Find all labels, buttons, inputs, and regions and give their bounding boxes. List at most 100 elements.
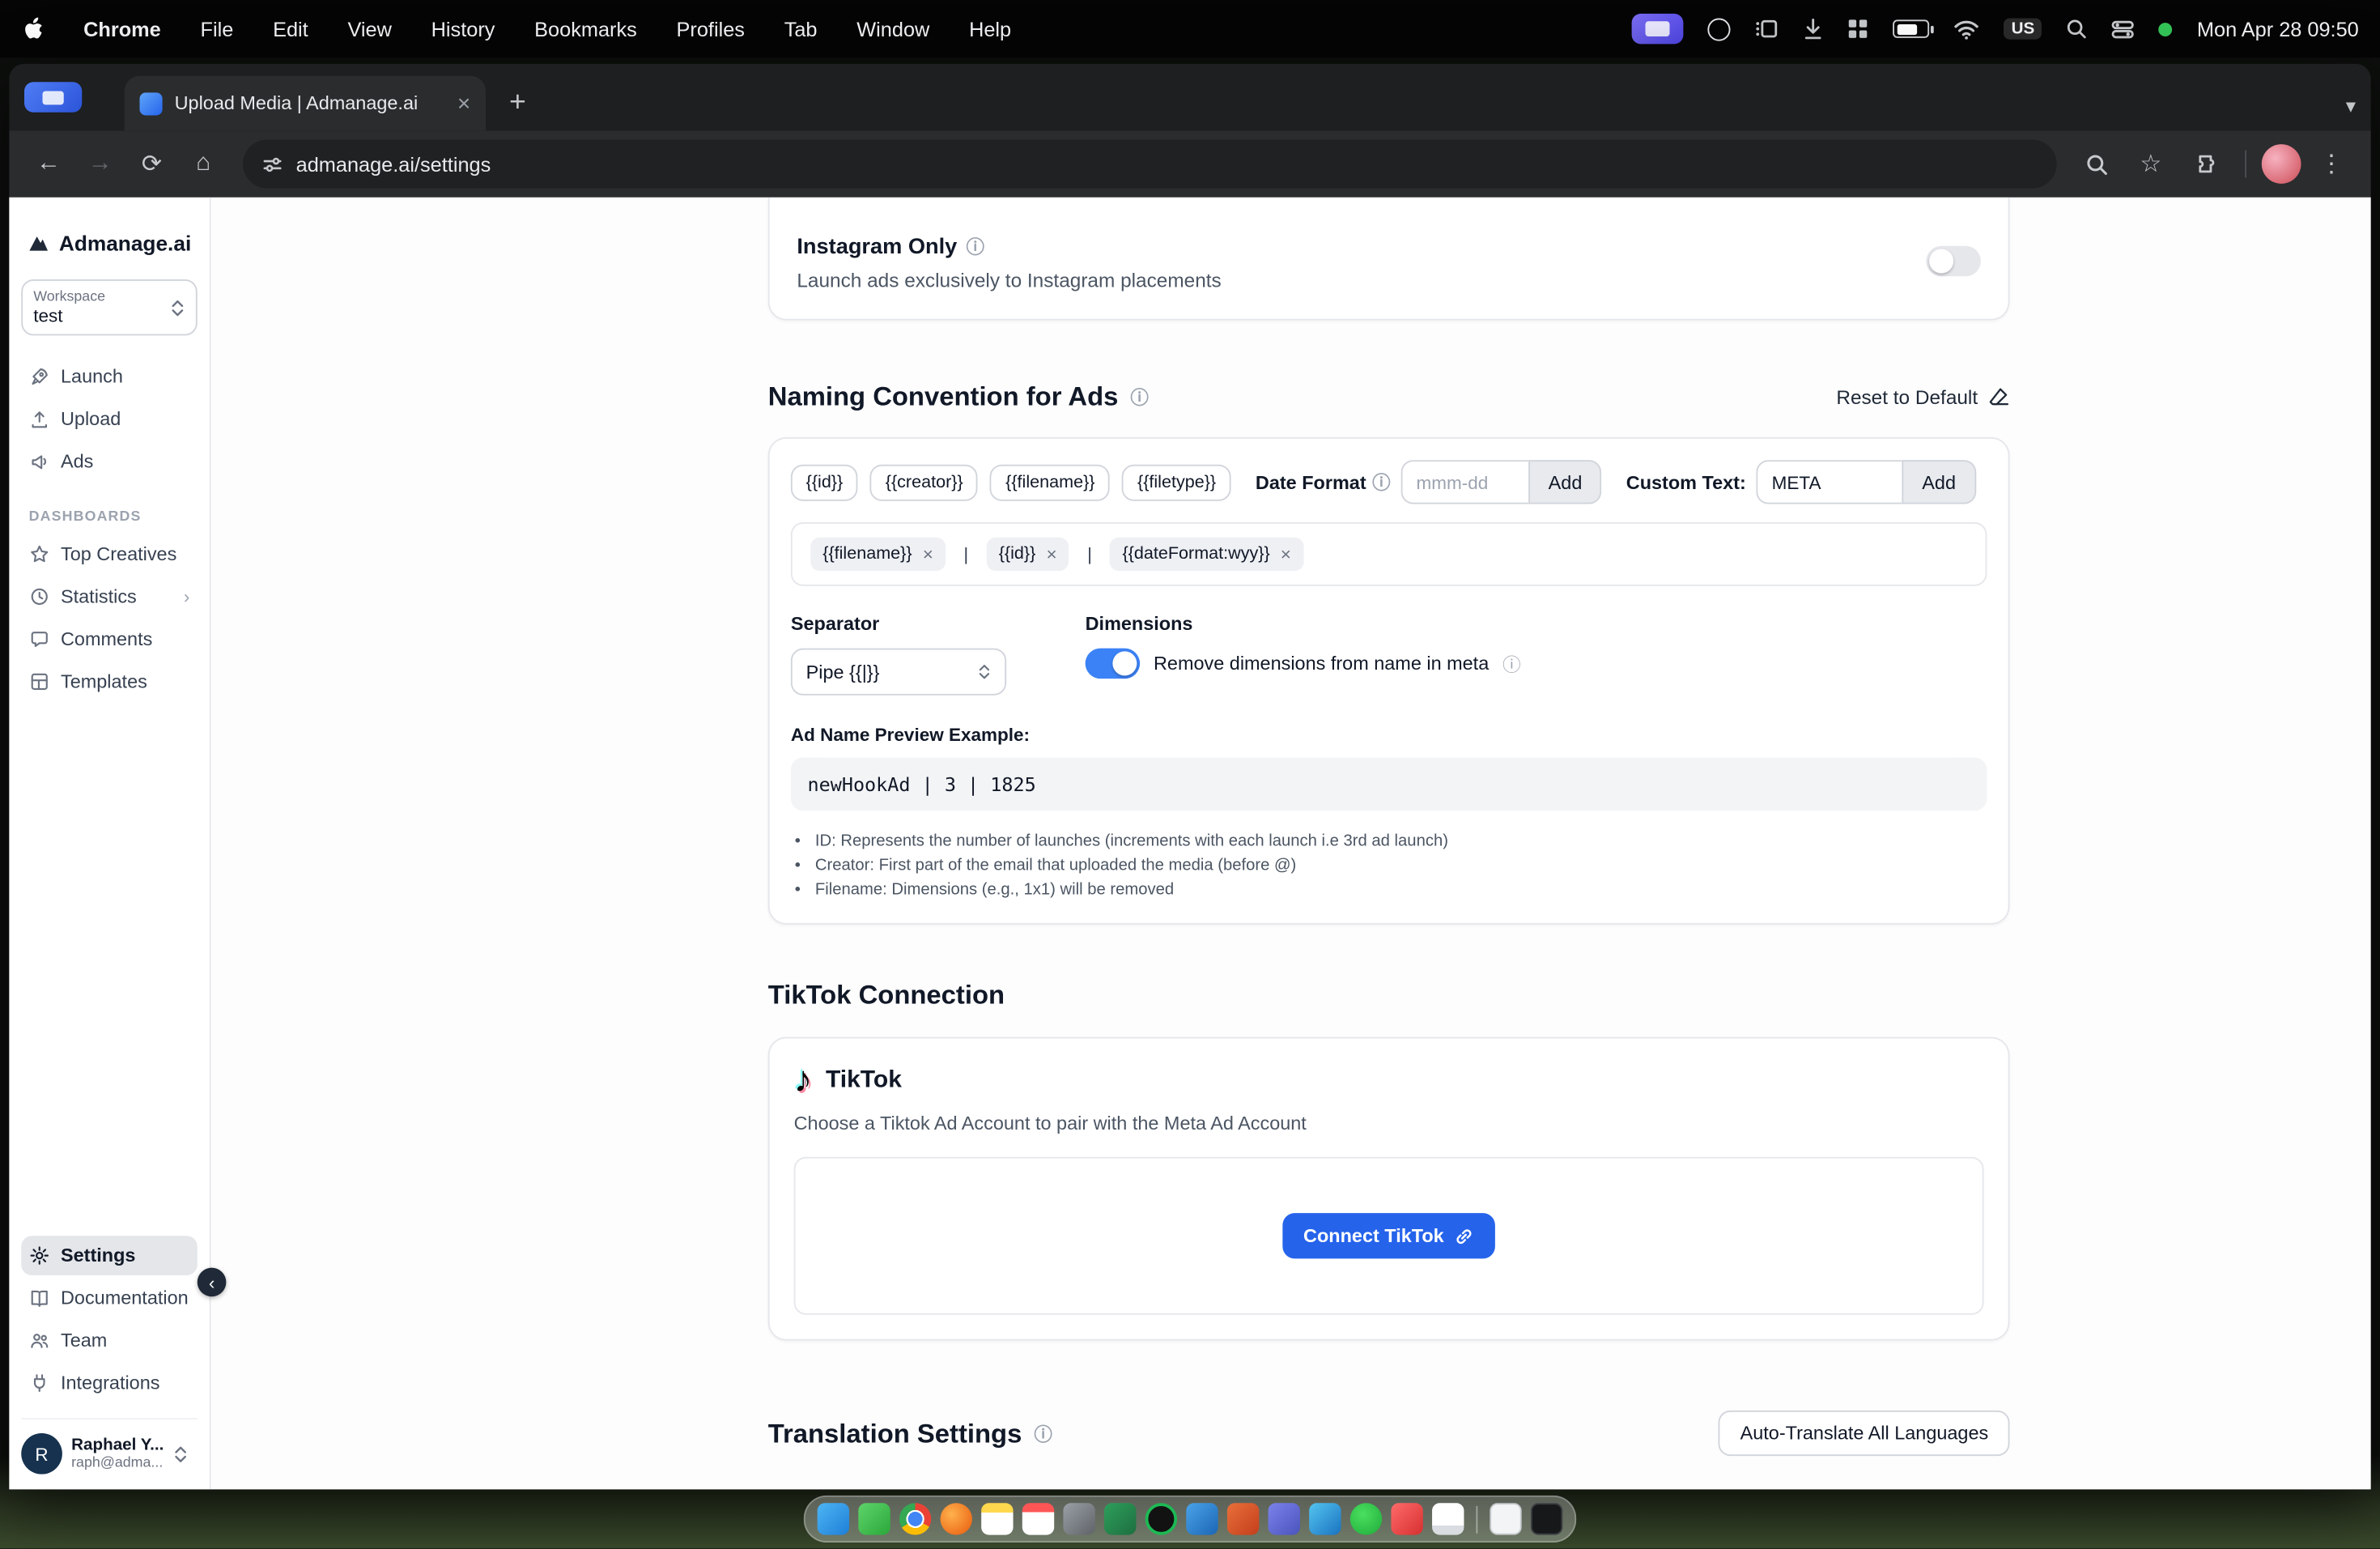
site-info-icon[interactable] xyxy=(261,152,284,175)
dock-finder-icon[interactable] xyxy=(817,1503,850,1535)
custom-text-input[interactable] xyxy=(1756,460,1902,504)
workspace-selector[interactable]: Workspace test xyxy=(21,279,198,336)
auto-translate-button[interactable]: Auto-Translate All Languages xyxy=(1719,1410,2010,1457)
download-status-icon[interactable] xyxy=(1804,18,1823,40)
sidebar-item-launch[interactable]: Launch xyxy=(21,357,198,397)
sidebar-item-ads[interactable]: Ads xyxy=(21,442,198,482)
zoom-icon[interactable] xyxy=(2072,140,2120,189)
sidebar-item-top-creatives[interactable]: Top Creatives xyxy=(21,534,198,574)
info-icon[interactable]: ⓘ xyxy=(1034,1420,1052,1446)
menu-edit[interactable]: Edit xyxy=(273,18,308,40)
tab-search-icon[interactable]: ▾ xyxy=(2346,94,2356,118)
dock-notes-icon[interactable] xyxy=(981,1503,1014,1535)
remove-token-icon[interactable]: × xyxy=(923,545,933,564)
sidebar-item-templates[interactable]: Templates xyxy=(21,662,198,702)
screen-recording-indicator[interactable] xyxy=(1631,13,1684,45)
new-tab-button[interactable]: + xyxy=(495,80,540,126)
sidebar-item-team[interactable]: Team xyxy=(21,1321,198,1360)
sidebar-item-upload[interactable]: Upload xyxy=(21,399,198,439)
spotlight-icon[interactable] xyxy=(2067,19,2088,40)
forward-button[interactable]: → xyxy=(76,140,125,189)
home-button[interactable]: ⌂ xyxy=(179,140,227,189)
info-icon[interactable]: ⓘ xyxy=(1130,384,1149,410)
profile-avatar[interactable] xyxy=(2261,144,2301,184)
date-format-add-button[interactable]: Add xyxy=(1528,460,1602,504)
selected-tokens-box[interactable]: {{filename}} × | {{id}} × | {{dateFormat… xyxy=(790,522,1987,586)
dock-iphone-mirroring-icon[interactable] xyxy=(1530,1503,1563,1535)
menubar-ring-icon[interactable] xyxy=(1707,17,1731,40)
dock-keynote-icon[interactable] xyxy=(1391,1503,1423,1535)
token-creator-chip[interactable]: {{creator}} xyxy=(869,463,979,500)
dock-calendar-icon[interactable] xyxy=(1022,1503,1055,1535)
address-bar[interactable]: admanage.ai/settings xyxy=(243,139,2057,189)
menu-view[interactable]: View xyxy=(347,18,391,40)
dock-browser-icon[interactable] xyxy=(940,1503,972,1535)
menu-history[interactable]: History xyxy=(431,18,495,40)
token-filename-chip[interactable]: {{filename}} xyxy=(990,463,1111,500)
date-format-input[interactable] xyxy=(1400,460,1529,504)
sidebar-item-integrations[interactable]: Integrations xyxy=(21,1364,198,1403)
sidebar-item-label: Ads xyxy=(61,450,94,473)
dock-word-icon[interactable] xyxy=(1186,1503,1218,1535)
token-filetype-chip[interactable]: {{filetype}} xyxy=(1122,463,1231,500)
dock-powerpoint-icon[interactable] xyxy=(1226,1503,1260,1535)
sidebar-item-settings[interactable]: Settings xyxy=(21,1236,198,1275)
tab-close-icon[interactable]: × xyxy=(457,91,470,114)
dock-outlook-icon[interactable] xyxy=(1309,1503,1341,1535)
brand[interactable]: Admanage.ai xyxy=(21,231,198,255)
dock-settings-icon[interactable] xyxy=(1063,1503,1095,1535)
menubar-app-name[interactable]: Chrome xyxy=(83,18,161,40)
bookmark-star-icon[interactable]: ☆ xyxy=(2127,140,2175,189)
connect-tiktok-button[interactable]: Connect TikTok xyxy=(1281,1213,1496,1259)
remove-dimensions-toggle[interactable] xyxy=(1085,648,1141,679)
info-icon[interactable]: ⓘ xyxy=(967,234,985,260)
dock-preview-icon[interactable] xyxy=(1490,1503,1522,1535)
grid-icon[interactable] xyxy=(1847,19,1868,40)
extensions-icon[interactable] xyxy=(2181,140,2229,189)
sidebar-item-comments[interactable]: Comments xyxy=(21,619,198,659)
dock-spotify-icon[interactable] xyxy=(1145,1503,1178,1535)
wifi-icon[interactable] xyxy=(1953,19,1979,39)
apple-menu-icon[interactable] xyxy=(21,16,44,42)
menu-bookmarks[interactable]: Bookmarks xyxy=(534,18,637,40)
battery-icon[interactable] xyxy=(1893,19,1935,38)
menubar-clock[interactable]: Mon Apr 28 09:50 xyxy=(2197,18,2359,40)
browser-tab[interactable]: Upload Media | Admanage.ai × xyxy=(124,75,486,131)
dock-textedit-icon[interactable] xyxy=(1432,1503,1464,1535)
tab-group-badge[interactable] xyxy=(24,82,83,113)
user-menu[interactable]: R Raphael Y... raph@adma... xyxy=(21,1418,198,1475)
menu-help[interactable]: Help xyxy=(969,18,1011,40)
reset-to-default-button[interactable]: Reset to Default xyxy=(1836,385,2009,408)
custom-text-add-button[interactable]: Add xyxy=(1902,460,1976,504)
menu-tab[interactable]: Tab xyxy=(784,18,818,40)
sidebar-item-statistics[interactable]: Statistics › xyxy=(21,577,198,617)
dock-whatsapp-icon[interactable] xyxy=(1349,1503,1383,1535)
sidebar-item-label: Top Creatives xyxy=(61,543,177,565)
info-icon[interactable]: ⓘ xyxy=(1372,469,1391,495)
dock-excel-icon[interactable] xyxy=(1104,1503,1137,1535)
stage-manager-icon[interactable] xyxy=(1755,19,1779,40)
control-center-icon[interactable] xyxy=(2112,19,2135,38)
reload-button[interactable]: ⟳ xyxy=(128,140,176,189)
selected-token-dateformat[interactable]: {{dateFormat:wyy}} × xyxy=(1110,537,1303,571)
menu-window[interactable]: Window xyxy=(856,18,929,40)
info-icon[interactable]: ⓘ xyxy=(1502,650,1521,676)
selected-token-filename[interactable]: {{filename}} × xyxy=(810,537,946,571)
token-id-chip[interactable]: {{id}} xyxy=(790,463,858,500)
dock-screenshot-icon[interactable] xyxy=(858,1503,890,1535)
separator-select[interactable]: Pipe {{|}} xyxy=(790,648,1007,696)
sidebar-item-label: Documentation xyxy=(61,1287,189,1309)
menu-file[interactable]: File xyxy=(201,18,234,40)
remove-token-icon[interactable]: × xyxy=(1281,545,1291,564)
sidebar-collapse-handle[interactable]: ‹ xyxy=(197,1267,227,1297)
keyboard-layout-badge[interactable]: US xyxy=(2004,18,2042,40)
dock-chrome-icon[interactable] xyxy=(899,1503,932,1535)
remove-token-icon[interactable]: × xyxy=(1046,545,1056,564)
browser-menu-icon[interactable]: ⋮ xyxy=(2307,140,2356,189)
dock-teams-icon[interactable] xyxy=(1268,1503,1300,1535)
selected-token-id[interactable]: {{id}} × xyxy=(986,537,1069,571)
sidebar-item-documentation[interactable]: Documentation xyxy=(21,1279,198,1318)
instagram-only-toggle[interactable] xyxy=(1926,245,1981,277)
menu-profiles[interactable]: Profiles xyxy=(677,18,745,40)
back-button[interactable]: ← xyxy=(24,140,73,189)
